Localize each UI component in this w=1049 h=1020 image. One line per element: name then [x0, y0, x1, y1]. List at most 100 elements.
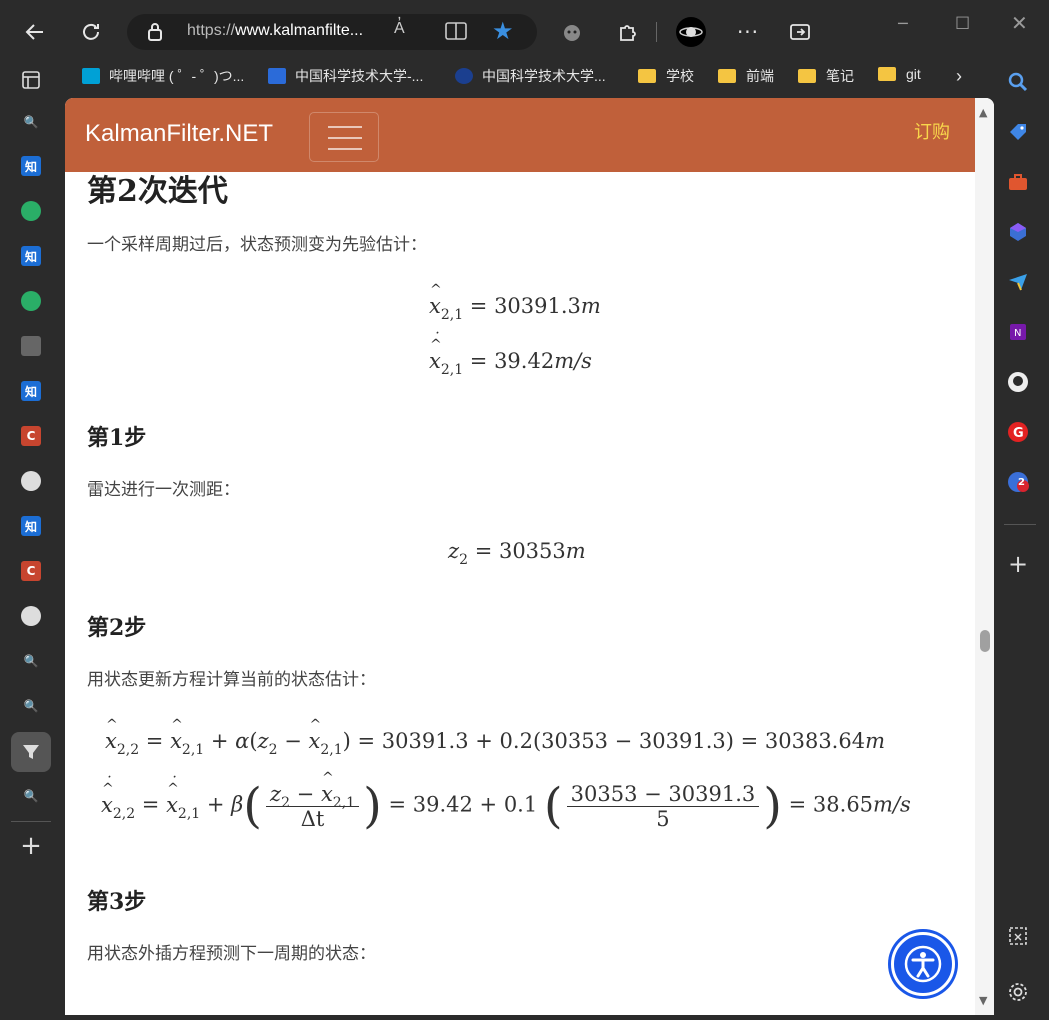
bookmarks-bar: 哔哩哔哩 ( ゜- ゜)つ... 中国科学技术大学-... 中国科学技术大学..…	[70, 62, 1000, 90]
iteration-heading: 第2次迭代	[87, 174, 228, 209]
site-brand[interactable]: KalmanFilter.NET	[85, 120, 273, 148]
gitee-icon[interactable]: G	[1006, 420, 1030, 444]
tab-search-icon[interactable]: 🔍	[21, 112, 41, 132]
shopping-tag-icon[interactable]	[1006, 120, 1030, 144]
close-icon[interactable]: ✕	[1011, 11, 1028, 35]
equation-predicted-position: x2,1 = 30391.3m	[429, 282, 601, 323]
ustc-seal-icon	[455, 68, 473, 84]
bilibili-icon	[82, 68, 100, 84]
address-bar[interactable]: https://www.kalmanfilte... A̓ ★	[127, 14, 537, 50]
bookmark-ustc-1[interactable]: 中国科学技术大学-...	[268, 66, 423, 86]
bookmark-folder-notes[interactable]: 笔记	[798, 66, 854, 86]
menu-line	[328, 148, 362, 150]
tab-github-icon[interactable]	[21, 606, 41, 626]
github-icon[interactable]	[1006, 370, 1030, 394]
tab-actions-icon[interactable]	[21, 70, 41, 90]
onenote-icon[interactable]: N	[1006, 320, 1030, 344]
svg-text:G: G	[1013, 426, 1024, 441]
funnel-icon	[23, 745, 39, 759]
accessibility-person-icon	[904, 945, 942, 983]
read-aloud-icon[interactable]: A̓	[394, 20, 405, 38]
copilot-icon[interactable]	[1006, 220, 1030, 244]
left-sidebar: 🔍 知 知 知 C 知 C 🔍 🔍 🔍 +	[0, 62, 62, 1020]
games-icon[interactable]: 2	[1006, 470, 1030, 494]
tab-search-icon[interactable]: 🔍	[21, 696, 41, 716]
lock-icon	[147, 22, 163, 46]
bookmark-label: 中国科学技术大学-...	[295, 68, 424, 84]
tab-csdn-icon[interactable]: C	[21, 426, 41, 446]
tab-search-icon[interactable]: 🔍	[21, 651, 41, 671]
maximize-icon[interactable]: ☐	[955, 14, 970, 34]
profile-avatar[interactable]	[673, 14, 709, 50]
article-content: 第2次迭代 一个采样周期过后，状态预测变为先验估计： x2,1 = 30391.…	[65, 172, 975, 1015]
step1-title: 第1步	[87, 425, 147, 451]
browser-toolbar: https://www.kalmanfilte... A̓ ★ ··· ─ ☐ …	[0, 0, 1049, 62]
tab-zhihu-icon[interactable]: 知	[21, 156, 41, 176]
minimize-icon[interactable]: ─	[898, 14, 908, 33]
menu-line	[328, 126, 362, 128]
bookmark-label: 笔记	[826, 68, 854, 84]
step1-text: 雷达进行一次测距：	[87, 480, 240, 500]
folder-icon	[638, 69, 656, 83]
more-menu-icon[interactable]: ···	[730, 14, 766, 50]
page-scrollbar[interactable]: ▲ ▼	[975, 98, 994, 1015]
url-text: https://www.kalmanfilte...	[187, 22, 364, 39]
tab-csdn-icon[interactable]: C	[21, 561, 41, 581]
tab-kalman-active[interactable]	[11, 732, 51, 772]
bookmark-label: 前端	[746, 68, 774, 84]
back-icon[interactable]	[17, 14, 53, 50]
favorite-star-icon[interactable]: ★	[492, 17, 514, 45]
sidebar-divider	[11, 821, 51, 822]
tab-search-icon[interactable]: 🔍	[21, 786, 41, 806]
buy-link[interactable]: 订购	[914, 118, 950, 144]
equation-state-update-velocity: x2,2 = x2,1 + β(z2 − x2,1Δt) = 39.42 + 0…	[101, 770, 911, 835]
tools-briefcase-icon[interactable]	[1006, 170, 1030, 194]
new-tab-plus-icon[interactable]: +	[20, 831, 42, 861]
equation-predicted-velocity: x2,1 = 39.42m/s	[429, 329, 592, 378]
tab-wechat-icon[interactable]	[21, 201, 41, 221]
ustc-icon	[268, 68, 286, 84]
tab-zhihu-icon[interactable]: 知	[21, 246, 41, 266]
search-icon[interactable]	[1006, 70, 1030, 94]
extensions-puzzle-icon[interactable]	[610, 14, 646, 50]
bookmark-ustc-2[interactable]: 中国科学技术大学...	[455, 66, 606, 86]
step3-text: 用状态外插方程预测下一周期的状态：	[87, 944, 376, 964]
folder-icon	[878, 67, 896, 81]
bookmark-folder-frontend[interactable]: 前端	[718, 66, 774, 86]
intro-paragraph: 一个采样周期过后，状态预测变为先验估计：	[87, 235, 427, 255]
hamburger-menu-icon[interactable]	[309, 112, 379, 162]
refresh-icon[interactable]	[73, 14, 109, 50]
bookmark-label: 学校	[666, 68, 694, 84]
svg-text:N: N	[1014, 328, 1021, 339]
bookmark-folder-git[interactable]: git	[878, 66, 921, 82]
bookmark-bilibili[interactable]: 哔哩哔哩 ( ゜- ゜)つ...	[82, 66, 244, 86]
step3-title: 第3步	[87, 889, 147, 915]
tab-github-icon[interactable]	[21, 471, 41, 491]
screenshot-icon[interactable]	[1006, 924, 1030, 948]
notification-badge: 2	[1018, 477, 1025, 488]
bookmark-folder-school[interactable]: 学校	[638, 66, 694, 86]
reading-view-icon[interactable]	[444, 20, 468, 46]
tab-zhihu-icon[interactable]: 知	[21, 381, 41, 401]
right-sidebar: N G 2 +	[995, 62, 1049, 1020]
menu-line	[328, 137, 362, 139]
tab-reader-icon[interactable]	[21, 336, 41, 356]
settings-gear-icon[interactable]	[1006, 980, 1030, 1004]
accessibility-button[interactable]	[891, 932, 955, 996]
add-sidebar-app-plus-icon[interactable]: +	[1006, 550, 1030, 578]
bookmarks-overflow-chevron-icon[interactable]: ›	[956, 66, 962, 87]
tab-wechat-icon[interactable]	[21, 291, 41, 311]
scroll-thumb[interactable]	[980, 630, 990, 652]
step2-title: 第2步	[87, 615, 147, 641]
bookmark-label: 中国科学技术大学...	[482, 68, 606, 84]
send-plane-icon[interactable]	[1006, 270, 1030, 294]
scroll-up-arrow-icon[interactable]: ▲	[979, 106, 987, 119]
equation-state-update-position: x2,2 = x2,1 + α(z2 − x2,1) = 30391.3 + 0…	[105, 717, 885, 758]
sidebar-toggle-icon[interactable]	[782, 14, 818, 50]
scroll-down-arrow-icon[interactable]: ▼	[979, 994, 987, 1007]
bookmark-label: 哔哩哔哩 ( ゜- ゜)つ...	[109, 68, 245, 84]
equation-measurement: z2 = 30353m	[448, 539, 586, 568]
extension-cat-icon[interactable]	[554, 14, 590, 50]
tab-zhihu-icon[interactable]: 知	[21, 516, 41, 536]
folder-icon	[718, 69, 736, 83]
